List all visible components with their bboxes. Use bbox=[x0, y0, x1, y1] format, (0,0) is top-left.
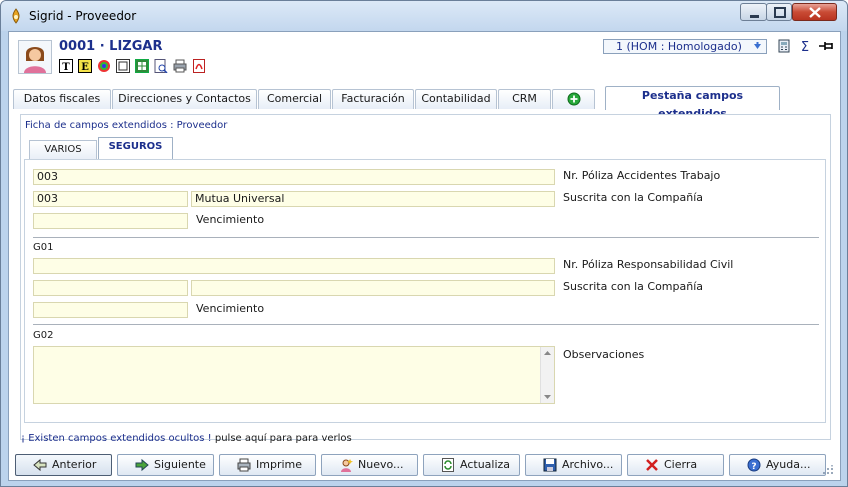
imprime-button[interactable]: Imprime bbox=[219, 454, 316, 476]
observaciones-textarea[interactable] bbox=[33, 346, 555, 404]
text-format-icon[interactable]: T bbox=[59, 59, 73, 73]
poliza-accidentes-label: Nr. Póliza Accidentes Trabajo bbox=[563, 169, 721, 182]
status-value: 1 (HOM : Homologado) bbox=[616, 40, 742, 53]
new-user-icon bbox=[341, 459, 353, 472]
archivo-label: Archivo... bbox=[562, 458, 614, 471]
subtab-seguros[interactable]: SEGUROS bbox=[98, 137, 173, 160]
subtab-varios[interactable]: VARIOS bbox=[29, 140, 97, 159]
tab-comercial[interactable]: Comercial bbox=[258, 89, 331, 109]
ayuda-label: Ayuda... bbox=[766, 458, 811, 471]
save-icon bbox=[543, 458, 557, 472]
svg-text:?: ? bbox=[751, 462, 756, 472]
show-hidden-fields-link[interactable]: pulse aquí para para verlos bbox=[215, 433, 352, 444]
poliza-rc-label: Nr. Póliza Responsabilidad Civil bbox=[563, 258, 734, 271]
poliza-rc-field[interactable] bbox=[33, 258, 555, 274]
anterior-button[interactable]: Anterior bbox=[15, 454, 112, 476]
chevron-down-icon bbox=[754, 42, 761, 49]
archivo-button[interactable]: Archivo... bbox=[525, 454, 622, 476]
panel-caption: Ficha de campos extendidos : Proveedor bbox=[25, 120, 228, 131]
client-area: 0001 · LIZGAR T E 1 (HOM : Homologado) Σ… bbox=[8, 31, 841, 481]
color-palette-icon[interactable] bbox=[97, 59, 111, 73]
maximize-button[interactable] bbox=[766, 3, 792, 21]
sum-icon[interactable]: Σ bbox=[798, 39, 812, 53]
tab-contabilidad[interactable]: Contabilidad bbox=[415, 89, 497, 109]
arrow-left-icon bbox=[33, 458, 47, 472]
main-tabs: Datos fiscales Direcciones y Contactos C… bbox=[9, 86, 840, 120]
compania-rc-label: Suscrita con la Compañía bbox=[563, 280, 704, 293]
group-label-g01: G01 bbox=[33, 242, 54, 253]
app-logo-icon bbox=[12, 8, 20, 24]
help-icon: ? bbox=[747, 458, 761, 472]
resize-grip-icon[interactable] bbox=[820, 465, 834, 475]
printer-icon bbox=[237, 458, 251, 472]
tab-direcciones-contactos[interactable]: Direcciones y Contactos bbox=[112, 89, 257, 109]
close-x-icon bbox=[646, 459, 658, 471]
tab-facturacion[interactable]: Facturación bbox=[332, 89, 414, 109]
ayuda-button[interactable]: ? Ayuda... bbox=[729, 454, 826, 476]
seguros-form: 003 Nr. Póliza Accidentes Trabajo 003 Mu… bbox=[24, 159, 826, 423]
compania-code-field[interactable]: 003 bbox=[33, 191, 188, 207]
scroll-arrows-icon bbox=[544, 351, 551, 399]
poliza-accidentes-field[interactable]: 003 bbox=[33, 169, 555, 185]
anterior-label: Anterior bbox=[52, 458, 97, 471]
text-edit-icon[interactable]: E bbox=[78, 59, 92, 73]
group-label-g02: G02 bbox=[33, 330, 54, 341]
siguiente-button[interactable]: Siguiente bbox=[117, 454, 214, 476]
svg-text:E: E bbox=[81, 62, 89, 73]
record-header: 0001 · LIZGAR T E 1 (HOM : Homologado) Σ bbox=[9, 32, 840, 82]
app-window: Sigrid - Proveedor 0001 · LIZGAR T E 1 (… bbox=[0, 0, 848, 487]
cierra-button[interactable]: Cierra bbox=[627, 454, 724, 476]
extended-fields-panel: Ficha de campos extendidos : Proveedor V… bbox=[20, 114, 831, 440]
divider bbox=[33, 237, 819, 238]
close-icon bbox=[809, 7, 821, 18]
textarea-scrollbar[interactable] bbox=[540, 347, 554, 403]
avatar bbox=[18, 40, 52, 74]
refresh-icon bbox=[442, 458, 454, 472]
person-icon bbox=[24, 47, 46, 73]
vencimiento-rc-label: Vencimiento bbox=[196, 302, 265, 315]
siguiente-label: Siguiente bbox=[154, 458, 206, 471]
arrow-right-icon bbox=[135, 458, 149, 472]
pdf-icon[interactable] bbox=[192, 59, 206, 73]
divider bbox=[33, 324, 819, 325]
actualiza-button[interactable]: Actualiza bbox=[423, 454, 520, 476]
close-window-button[interactable] bbox=[792, 3, 837, 21]
print-icon[interactable] bbox=[173, 59, 187, 73]
svg-text:T: T bbox=[62, 62, 70, 73]
actualiza-label: Actualiza bbox=[460, 458, 511, 471]
tab-crm[interactable]: CRM bbox=[498, 89, 551, 109]
minimize-icon bbox=[750, 15, 759, 18]
status-dropdown[interactable]: 1 (HOM : Homologado) bbox=[603, 39, 767, 54]
spreadsheet-icon[interactable] bbox=[135, 59, 149, 73]
preview-icon[interactable] bbox=[154, 59, 168, 73]
tab-datos-fiscales[interactable]: Datos fiscales bbox=[13, 89, 111, 109]
vencimiento-field[interactable] bbox=[33, 213, 188, 229]
vencimiento-label: Vencimiento bbox=[196, 213, 265, 226]
tab-campos-extendidos[interactable]: Pestaña campos extendidos bbox=[605, 86, 780, 120]
document-view-icon[interactable] bbox=[116, 59, 130, 73]
cierra-label: Cierra bbox=[664, 458, 698, 471]
window-title: Sigrid - Proveedor bbox=[29, 9, 137, 23]
compania-label: Suscrita con la Compañía bbox=[563, 191, 704, 204]
compania-rc-code-field[interactable] bbox=[33, 280, 188, 296]
maximize-icon bbox=[774, 7, 786, 18]
compania-rc-name-field[interactable] bbox=[191, 280, 555, 296]
provider-title: 0001 · LIZGAR bbox=[59, 39, 163, 54]
button-bar: Anterior Siguiente Imprime Nuevo... Actu… bbox=[9, 452, 840, 480]
plus-circle-icon bbox=[567, 92, 580, 106]
observaciones-label: Observaciones bbox=[563, 348, 645, 361]
calculator-icon[interactable] bbox=[777, 39, 791, 53]
imprime-label: Imprime bbox=[256, 458, 303, 471]
pin-icon[interactable] bbox=[818, 39, 836, 53]
vencimiento-rc-field[interactable] bbox=[33, 302, 188, 318]
nuevo-label: Nuevo... bbox=[358, 458, 404, 471]
minimize-button[interactable] bbox=[740, 3, 767, 21]
tab-add[interactable] bbox=[552, 89, 595, 109]
title-bar[interactable]: Sigrid - Proveedor bbox=[1, 1, 847, 31]
nuevo-button[interactable]: Nuevo... bbox=[321, 454, 418, 476]
svg-text:Σ: Σ bbox=[801, 40, 809, 53]
compania-name-field[interactable]: Mutua Universal bbox=[191, 191, 555, 207]
hint-text: ¡ Existen campos extendidos ocultos ! bbox=[21, 433, 212, 444]
hidden-fields-hint: ¡ Existen campos extendidos ocultos ! pu… bbox=[21, 433, 352, 444]
